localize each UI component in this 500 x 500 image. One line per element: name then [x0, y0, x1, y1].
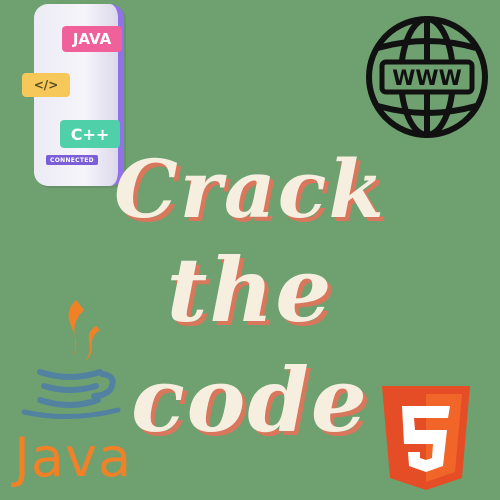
title-line-crack: Crack — [114, 142, 386, 236]
globe-www-icon: WWW — [366, 16, 488, 138]
code-tag: </> — [22, 73, 70, 97]
html5-shield-icon — [382, 386, 470, 490]
poster-canvas: JAVA </> C++ CONNECTED WWW Crack the cod… — [0, 0, 500, 500]
java-wordmark: Java — [14, 426, 133, 489]
java-coffee-cup-icon — [21, 300, 121, 419]
java-tag: JAVA — [62, 26, 122, 52]
globe-label: WWW — [392, 66, 462, 90]
